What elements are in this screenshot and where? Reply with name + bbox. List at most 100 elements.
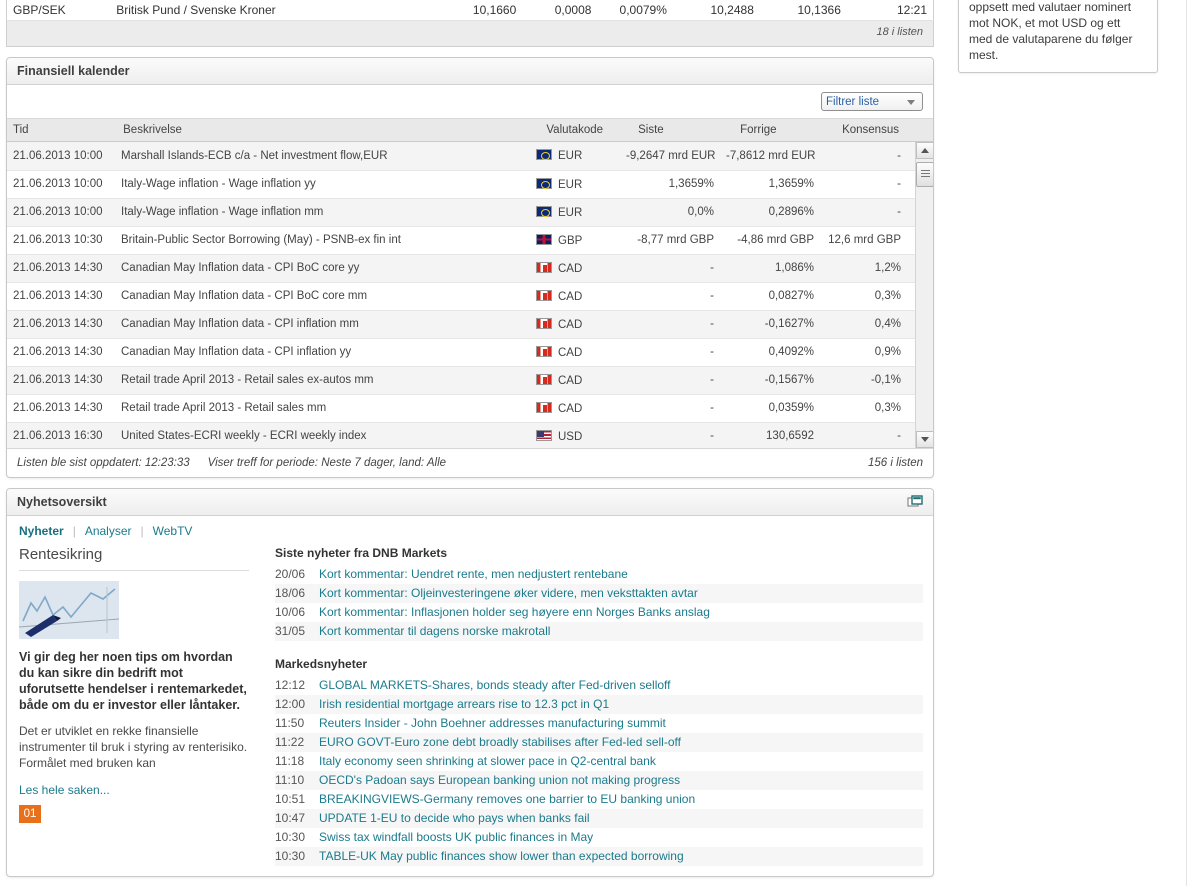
calendar-vertical-scrollbar[interactable]	[915, 142, 933, 448]
list-item[interactable]: 10:51 BREAKINGVIEWS-Germany removes one b…	[275, 790, 923, 809]
news-link[interactable]: Reuters Insider - John Boehner addresses…	[319, 715, 666, 732]
scrollbar-thumb[interactable]	[916, 162, 933, 187]
news-time: 31/05	[275, 624, 306, 638]
list-item[interactable]: 10:47 UPDATE 1-EU to decide who pays when…	[275, 809, 923, 828]
scroll-up-button[interactable]	[916, 142, 933, 159]
col-forrige[interactable]: Forrige	[734, 118, 837, 142]
grip-icon	[921, 170, 930, 179]
news-link[interactable]: EURO GOVT-Euro zone debt broadly stabili…	[319, 734, 681, 751]
chevron-down-icon	[907, 100, 915, 105]
news-time: 10/06	[275, 605, 306, 619]
cell-forrige: 0,0359%	[720, 394, 820, 423]
cell-konsensus: 0,3%	[820, 394, 915, 423]
col-konsensus[interactable]: Konsensus	[836, 118, 933, 142]
news-panel-header: Nyhetsoversikt	[7, 489, 933, 516]
col-siste[interactable]: Siste	[632, 118, 735, 142]
list-item[interactable]: 10/06 Kort kommentar: Inflasjonen holder …	[275, 603, 923, 622]
cell-beskrivelse: Italy-Wage inflation - Wage inflation mm	[115, 198, 530, 227]
news-time: 10:51	[275, 792, 306, 806]
calendar-footer: Listen ble sist oppdatert: 12:23:33 Vise…	[7, 448, 933, 477]
fx-name-link[interactable]: Britisk Pund / Svenske Kroner	[110, 0, 436, 21]
table-row[interactable]: 21.06.2013 14:30 Retail trade April 2013 …	[7, 394, 915, 423]
cell-beskrivelse: Retail trade April 2013 - Retail sales e…	[115, 366, 530, 395]
list-item[interactable]: 12:12 GLOBAL MARKETS-Shares, bonds steady…	[275, 676, 923, 695]
cell-tid: 21.06.2013 14:30	[7, 282, 115, 311]
news-link[interactable]: OECD's Padoan says European banking unio…	[319, 772, 680, 789]
list-item[interactable]: 12:00 Irish residential mortgage arrears …	[275, 695, 923, 714]
news-time: 11:50	[275, 716, 305, 730]
tab-analyser[interactable]: Analyser	[85, 524, 132, 538]
cell-konsensus: 0,4%	[820, 310, 915, 339]
table-row[interactable]: 21.06.2013 14:30 Canadian May Inflation d…	[7, 282, 915, 311]
news-link[interactable]: Swiss tax windfall boosts UK public fina…	[319, 829, 593, 846]
table-row[interactable]: 21.06.2013 14:30 Canadian May Inflation d…	[7, 310, 915, 339]
fx-symbol: GBP/SEK	[6, 0, 111, 21]
cell-tid: 21.06.2013 14:30	[7, 366, 115, 395]
news-link[interactable]: Kort kommentar: Inflasjonen holder seg h…	[319, 604, 710, 621]
cell-beskrivelse: Canadian May Inflation data - CPI inflat…	[115, 310, 530, 339]
table-row[interactable]: 21.06.2013 14:30 Canadian May Inflation d…	[7, 338, 915, 367]
table-row[interactable]: 21.06.2013 14:30 Retail trade April 2013 …	[7, 366, 915, 395]
cell-siste: -	[620, 394, 720, 423]
table-row[interactable]: GBP/SEK Britisk Pund / Svenske Kroner 10…	[6, 0, 934, 21]
cell-forrige: 0,4092%	[720, 338, 820, 367]
cell-siste: -	[620, 310, 720, 339]
sidebar-help-text: Valutahandel må du lage et oppsett. Du k…	[969, 0, 1133, 62]
calendar-last-updated: Listen ble sist oppdatert: 12:23:33	[17, 457, 190, 469]
news-link[interactable]: Italy economy seen shrinking at slower p…	[319, 753, 656, 770]
list-item[interactable]: 11:22 EURO GOVT-Euro zone debt broadly st…	[275, 733, 923, 752]
list-item[interactable]: 11:18 Italy economy seen shrinking at slo…	[275, 752, 923, 771]
news-link[interactable]: BREAKINGVIEWS-Germany removes one barrie…	[319, 791, 695, 808]
list-item[interactable]: 10:30 TABLE-UK May public finances show l…	[275, 847, 923, 866]
article-pager-01[interactable]: 01	[19, 805, 41, 823]
filter-list-dropdown[interactable]: Filtrer liste	[821, 92, 923, 111]
feature-body: Det er utviklet en rekke finansielle ins…	[19, 724, 248, 770]
popout-window-icon[interactable]	[907, 494, 923, 510]
table-row[interactable]: 21.06.2013 16:30 United States-ECRI weekl…	[7, 422, 915, 448]
cell-forrige: -0,1627%	[720, 310, 820, 339]
cell-tid: 21.06.2013 14:30	[7, 310, 115, 339]
cell-konsensus: -	[820, 198, 915, 227]
tab-webtv[interactable]: WebTV	[153, 524, 193, 538]
news-link[interactable]: TABLE-UK May public finances show lower …	[319, 848, 684, 865]
feature-article: Rentesikring Vi gir deg her noen tips om…	[19, 544, 267, 866]
list-item[interactable]: 20/06 Kort kommentar: Uendret rente, men …	[275, 565, 923, 584]
cell-beskrivelse: Canadian May Inflation data - CPI BoC co…	[115, 254, 530, 283]
table-row[interactable]: 21.06.2013 10:00 Marshall Islands-ECB c/a…	[7, 142, 915, 171]
news-link[interactable]: GLOBAL MARKETS-Shares, bonds steady afte…	[319, 677, 671, 694]
col-valutakode[interactable]: Valutakode	[540, 118, 633, 142]
cell-siste: -	[620, 282, 720, 311]
table-row[interactable]: 21.06.2013 14:30 Canadian May Inflation d…	[7, 254, 915, 283]
table-row[interactable]: 21.06.2013 10:30 Britain-Public Sector Bo…	[7, 226, 915, 255]
fx-low: 10,1366	[759, 0, 847, 21]
news-link[interactable]: Kort kommentar: Uendret rente, men nedju…	[319, 566, 628, 583]
list-item[interactable]: 11:50 Reuters Insider - John Boehner addr…	[275, 714, 923, 733]
news-time: 11:18	[275, 754, 305, 768]
news-link[interactable]: UPDATE 1-EU to decide who pays when bank…	[319, 810, 590, 827]
news-time: 18/06	[275, 586, 306, 600]
read-more-link[interactable]: Les hele saken...	[19, 783, 110, 797]
cell-konsensus: 1,2%	[820, 254, 915, 283]
table-row[interactable]: 21.06.2013 10:00 Italy-Wage inflation - W…	[7, 198, 915, 227]
news-link[interactable]: Kort kommentar: Oljeinvesteringene øker …	[319, 585, 698, 602]
list-item[interactable]: 10:30 Swiss tax windfall boosts UK public…	[275, 828, 923, 847]
news-link[interactable]: Kort kommentar til dagens norske makrota…	[319, 623, 550, 640]
fx-last: 10,1660	[435, 0, 523, 21]
col-beskrivelse[interactable]: Beskrivelse	[117, 118, 541, 142]
page-right-edge	[1186, 0, 1194, 886]
flag-eur-icon	[536, 149, 552, 161]
list-item[interactable]: 11:10 OECD's Padoan says European banking…	[275, 771, 923, 790]
list-item[interactable]: 31/05 Kort kommentar til dagens norske ma…	[275, 622, 923, 641]
news-link[interactable]: Irish residential mortgage arrears rise …	[319, 696, 609, 713]
cell-valutakode: EUR	[530, 198, 620, 227]
cell-valutakode: CAD	[530, 282, 620, 311]
filter-list-label: Filtrer liste	[826, 95, 880, 108]
list-item[interactable]: 18/06 Kort kommentar: Oljeinvesteringene …	[275, 584, 923, 603]
tab-nyheter[interactable]: Nyheter	[19, 524, 64, 538]
scroll-down-button[interactable]	[916, 431, 933, 448]
cell-forrige: -0,1567%	[720, 366, 820, 395]
table-row[interactable]: 21.06.2013 10:00 Italy-Wage inflation - W…	[7, 170, 915, 199]
news-time: 20/06	[275, 567, 306, 581]
col-tid[interactable]: Tid	[7, 118, 118, 142]
